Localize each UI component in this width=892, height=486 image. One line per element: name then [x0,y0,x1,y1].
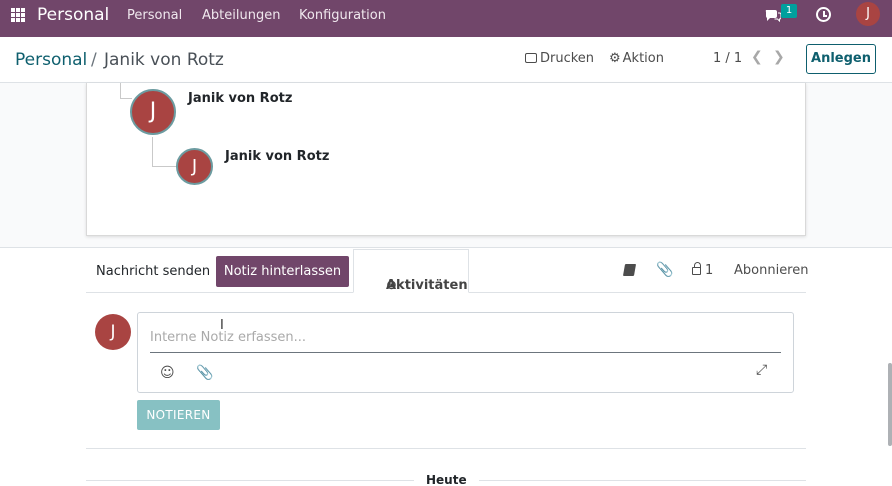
menu-item-konfiguration[interactable]: Konfiguration [299,8,386,23]
org-chart-connector [120,83,121,99]
gear-icon: ⚙ [609,51,621,66]
activity-clock-icon[interactable] [816,7,831,22]
chevron-left-icon[interactable]: ❮ [751,49,763,65]
org-chart-connector [152,166,176,167]
print-icon [525,53,537,63]
breadcrumb-parent-link[interactable]: Personal [15,50,87,70]
note-input[interactable] [150,322,781,353]
attach-icon[interactable]: 📎 [196,365,213,381]
subscribe-button[interactable]: Abonnieren [734,263,808,278]
expand-icon[interactable]: ⤢ [756,362,767,378]
divider [86,448,806,449]
user-avatar[interactable]: J [856,2,880,26]
emoji-icon[interactable]: ☺ [160,365,175,381]
menu-item-personal[interactable]: Personal [127,8,182,23]
activities-label: Aktivitäten [386,278,468,293]
log-note-button[interactable]: Notiz hinterlassen [216,256,349,287]
log-submit-button[interactable]: NOTIEREN [137,400,220,430]
action-label: Aktion [622,51,664,66]
manager-name[interactable]: Janik von Rotz [188,91,292,106]
date-separator-label: Heute [414,473,479,486]
print-button[interactable]: Drucken [525,51,594,66]
pager-value[interactable]: 1 / 1 [713,51,742,66]
employee-avatar[interactable]: J [176,148,213,185]
paperclip-icon[interactable]: 📎 [656,262,673,278]
action-button[interactable]: ⚙ Aktion [609,51,664,66]
control-panel: Personal / Janik von Rotz Drucken ⚙ Aktio… [0,37,892,83]
employee-name[interactable]: Janik von Rotz [225,149,329,164]
chevron-right-icon[interactable]: ❯ [773,49,785,65]
print-label: Drucken [540,51,595,66]
app-brand[interactable]: Personal [37,5,109,25]
breadcrumb-current: Janik von Rotz [104,50,224,70]
composer-avatar: J [95,314,131,350]
manager-avatar[interactable]: J [130,89,176,135]
scrollbar-thumb[interactable] [888,363,892,446]
send-message-button[interactable]: Nachricht senden [96,264,210,279]
menu-item-abteilungen[interactable]: Abteilungen [202,8,280,23]
chat-icon[interactable] [765,8,781,22]
book-icon[interactable] [622,264,637,276]
breadcrumb-separator: / [91,50,97,70]
followers-count: 1 [705,263,714,278]
org-chart-connector [120,98,132,99]
activities-button[interactable]: ⊙ Aktivitäten [353,249,469,293]
create-button[interactable]: Anlegen [806,44,876,74]
text-cursor-icon: I [220,318,224,333]
messages-count-badge: 1 [781,4,797,18]
org-chart-connector [152,137,153,166]
apps-menu-icon[interactable] [11,8,25,22]
followers-button[interactable]: 1 [692,262,714,278]
lock-icon [692,262,701,275]
top-navbar: Personal Personal Abteilungen Konfigurat… [0,0,892,37]
